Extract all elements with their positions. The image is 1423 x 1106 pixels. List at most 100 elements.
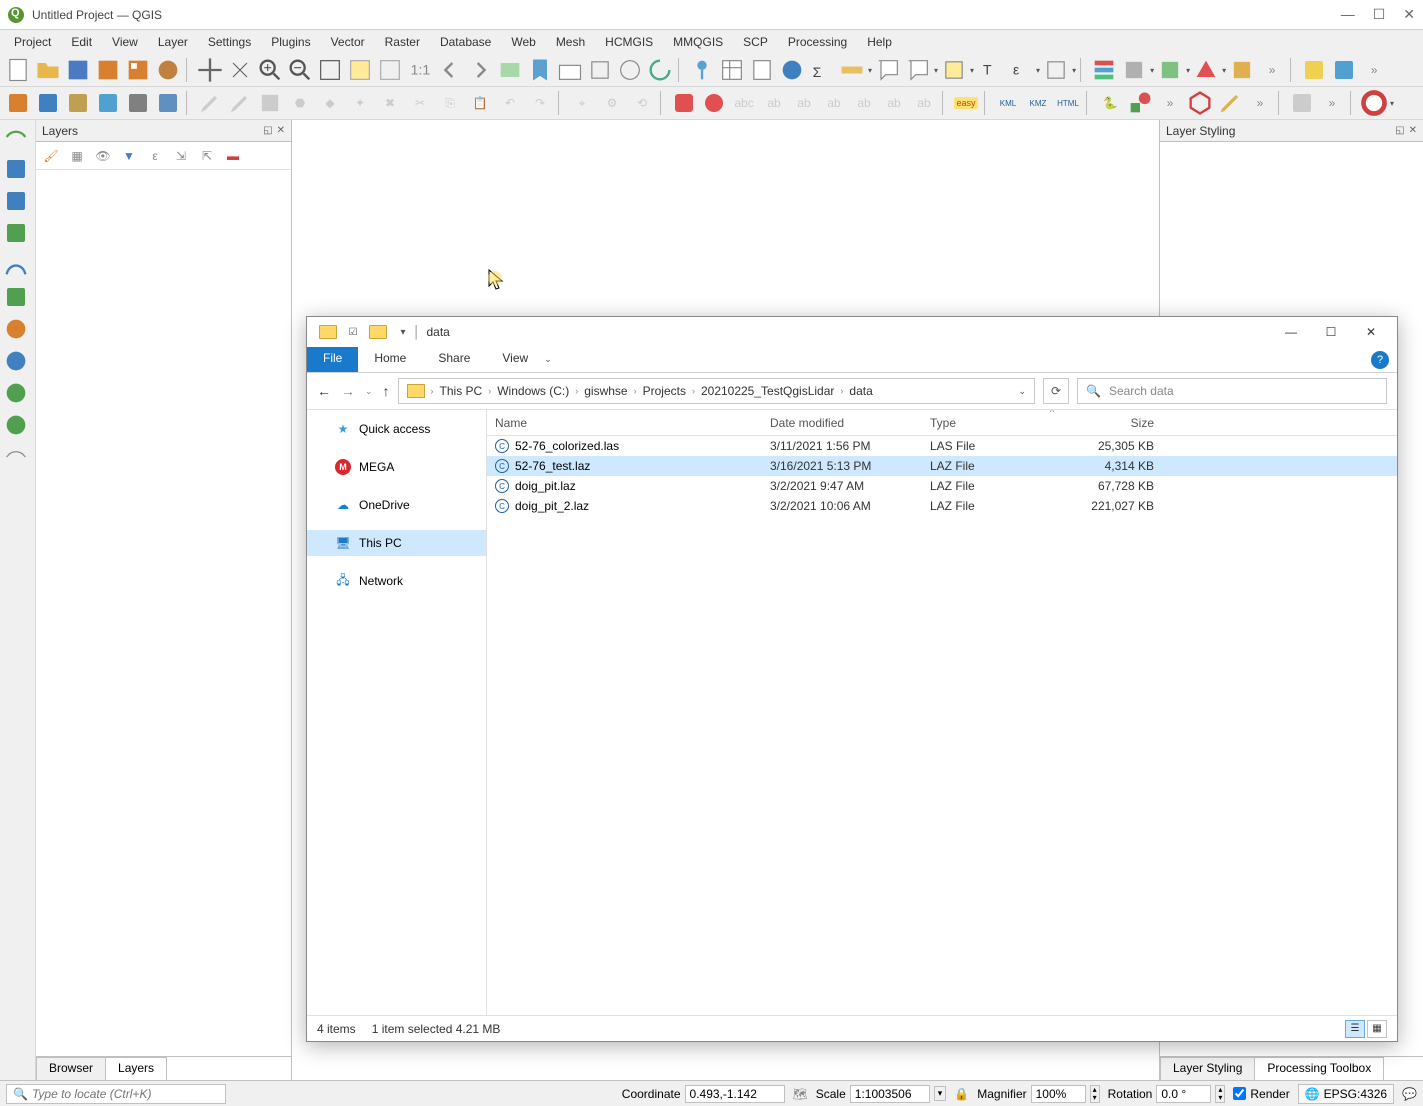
edit-save-button[interactable] [226, 89, 254, 117]
ribbon-chevron-icon[interactable]: ⌄ [544, 354, 552, 365]
locator-input[interactable] [32, 1087, 219, 1101]
crumb-2[interactable]: giswhse [578, 384, 633, 398]
refresh-button[interactable] [646, 56, 674, 84]
nav-mega[interactable]: M MEGA [307, 454, 486, 480]
zoom-layer-button[interactable] [376, 56, 404, 84]
zoom-last-button[interactable] [436, 56, 464, 84]
styling-close-button[interactable]: ✕ [1409, 125, 1417, 136]
edit-redo-button[interactable]: ↷ [526, 89, 554, 117]
v-tool-1[interactable] [2, 124, 30, 150]
select-expression-button[interactable]: ε [1006, 56, 1034, 84]
label6-button[interactable]: ab [820, 89, 848, 117]
more-tools-4[interactable]: » [1246, 89, 1274, 117]
vertex-tool-button[interactable]: ◆ [316, 89, 344, 117]
nav-quick-access[interactable]: ★ Quick access [307, 416, 486, 442]
extent-icon[interactable]: 🗺 [793, 1087, 808, 1101]
crumb-3[interactable]: Projects [637, 384, 692, 398]
crs-button[interactable]: 🌐 EPSG:4326 [1298, 1084, 1394, 1104]
nav-this-pc[interactable]: 🖥 This PC [307, 530, 486, 556]
layer-add-group-button[interactable]: ▦ [66, 145, 88, 167]
layer-visibility-button[interactable]: 👁 [92, 145, 114, 167]
breadcrumb-dropdown[interactable]: ⌄ [1012, 386, 1032, 397]
layer-style-button[interactable]: 🖌 [40, 145, 62, 167]
styling-undock-button[interactable]: ◱ [1395, 125, 1404, 136]
menu-hcmgis[interactable]: HCMGIS [595, 35, 663, 49]
file-row[interactable]: C52-76_test.laz 3/16/2021 5:13 PM LAZ Fi… [487, 456, 1397, 476]
easy-button[interactable]: easy [952, 89, 980, 117]
v-tool-11[interactable] [2, 444, 30, 470]
nav-network[interactable]: 🖧 Network [307, 568, 486, 594]
crumb-0[interactable]: This PC [434, 384, 489, 398]
menu-database[interactable]: Database [430, 35, 501, 49]
label8-button[interactable]: ab [880, 89, 908, 117]
v-tool-5[interactable] [2, 252, 30, 278]
qat-dropdown-icon[interactable]: ▾ [396, 325, 410, 339]
add-db2-button[interactable] [124, 89, 152, 117]
v-tool-6[interactable] [2, 284, 30, 310]
explorer-maximize-button[interactable]: ☐ [1311, 318, 1351, 346]
plugin-button-1[interactable] [1300, 56, 1328, 84]
explorer-minimize-button[interactable]: — [1271, 318, 1311, 346]
edit-toggle-button[interactable] [196, 89, 224, 117]
georef-button[interactable] [1288, 89, 1316, 117]
nav-forward-button[interactable]: → [341, 383, 355, 399]
new-shapefile-button[interactable] [1156, 56, 1184, 84]
crumb-5[interactable]: data [843, 384, 878, 398]
col-date-header[interactable]: Date modified [762, 416, 922, 430]
menu-vector[interactable]: Vector [321, 35, 375, 49]
attributes-table-button[interactable] [718, 56, 746, 84]
edit-move-button[interactable]: ✦ [346, 89, 374, 117]
add-virtual-button[interactable] [154, 89, 182, 117]
v-tool-10[interactable] [2, 412, 30, 438]
nav-onedrive[interactable]: ☁ OneDrive [307, 492, 486, 518]
layout-manager-button[interactable] [124, 56, 152, 84]
menu-help[interactable]: Help [857, 35, 902, 49]
text-annotation-button[interactable] [904, 56, 932, 84]
crumb-1[interactable]: Windows (C:) [491, 384, 575, 398]
select-by-value-button[interactable]: T [976, 56, 1004, 84]
tab-layer-styling[interactable]: Layer Styling [1160, 1057, 1255, 1080]
locator-bar[interactable]: 🔍 [6, 1084, 226, 1104]
layer-filter-button[interactable]: ▼ [118, 145, 140, 167]
deselect-all-button[interactable] [1042, 56, 1070, 84]
menu-plugins[interactable]: Plugins [261, 35, 320, 49]
coordinate-input[interactable] [685, 1085, 785, 1103]
ribbon-tab-share[interactable]: Share [422, 347, 486, 372]
col-name-header[interactable]: Name [487, 416, 762, 430]
rotation-input[interactable] [1156, 1085, 1211, 1103]
address-refresh-button[interactable]: ⟳ [1043, 378, 1069, 404]
open-project-button[interactable] [34, 56, 62, 84]
zoom-full-button[interactable] [316, 56, 344, 84]
new-map-view-button[interactable] [496, 56, 524, 84]
hex-button[interactable] [1186, 89, 1214, 117]
tab-browser[interactable]: Browser [36, 1057, 106, 1080]
identify-button[interactable] [688, 56, 716, 84]
nav-up-button[interactable]: ↑ [383, 383, 390, 399]
new-geopackage-button[interactable] [1120, 56, 1148, 84]
scale-input[interactable] [850, 1085, 930, 1103]
ribbon-tab-view[interactable]: View [486, 347, 544, 372]
v-tool-7[interactable] [2, 316, 30, 342]
menu-processing[interactable]: Processing [778, 35, 857, 49]
more-tools-1[interactable]: » [1258, 56, 1286, 84]
view-details-button[interactable]: ☰ [1345, 1020, 1365, 1038]
toolbox-button[interactable] [778, 56, 806, 84]
statistics-button[interactable]: Σ [808, 56, 836, 84]
field-calculator-button[interactable] [748, 56, 776, 84]
menu-project[interactable]: Project [4, 35, 61, 49]
v-tool-3[interactable] [2, 188, 30, 214]
messages-icon[interactable]: 💬 [1402, 1087, 1417, 1101]
edit-delete-button[interactable]: ✖ [376, 89, 404, 117]
html-button[interactable]: HTML [1054, 89, 1082, 117]
new-virtual-layer-button[interactable] [1228, 56, 1256, 84]
pan-to-selection-button[interactable] [226, 56, 254, 84]
kmz-button[interactable]: KMZ [1024, 89, 1052, 117]
tab-layers[interactable]: Layers [105, 1057, 167, 1080]
crumb-4[interactable]: 20210225_TestQgisLidar [695, 384, 840, 398]
layer-expand-button[interactable]: ⇲ [170, 145, 192, 167]
label-button[interactable] [670, 89, 698, 117]
layer-expr-button[interactable]: ε [144, 145, 166, 167]
menu-layer[interactable]: Layer [148, 35, 198, 49]
file-row[interactable]: C52-76_colorized.las 3/11/2021 1:56 PM L… [487, 436, 1397, 456]
save-project-button[interactable] [64, 56, 92, 84]
